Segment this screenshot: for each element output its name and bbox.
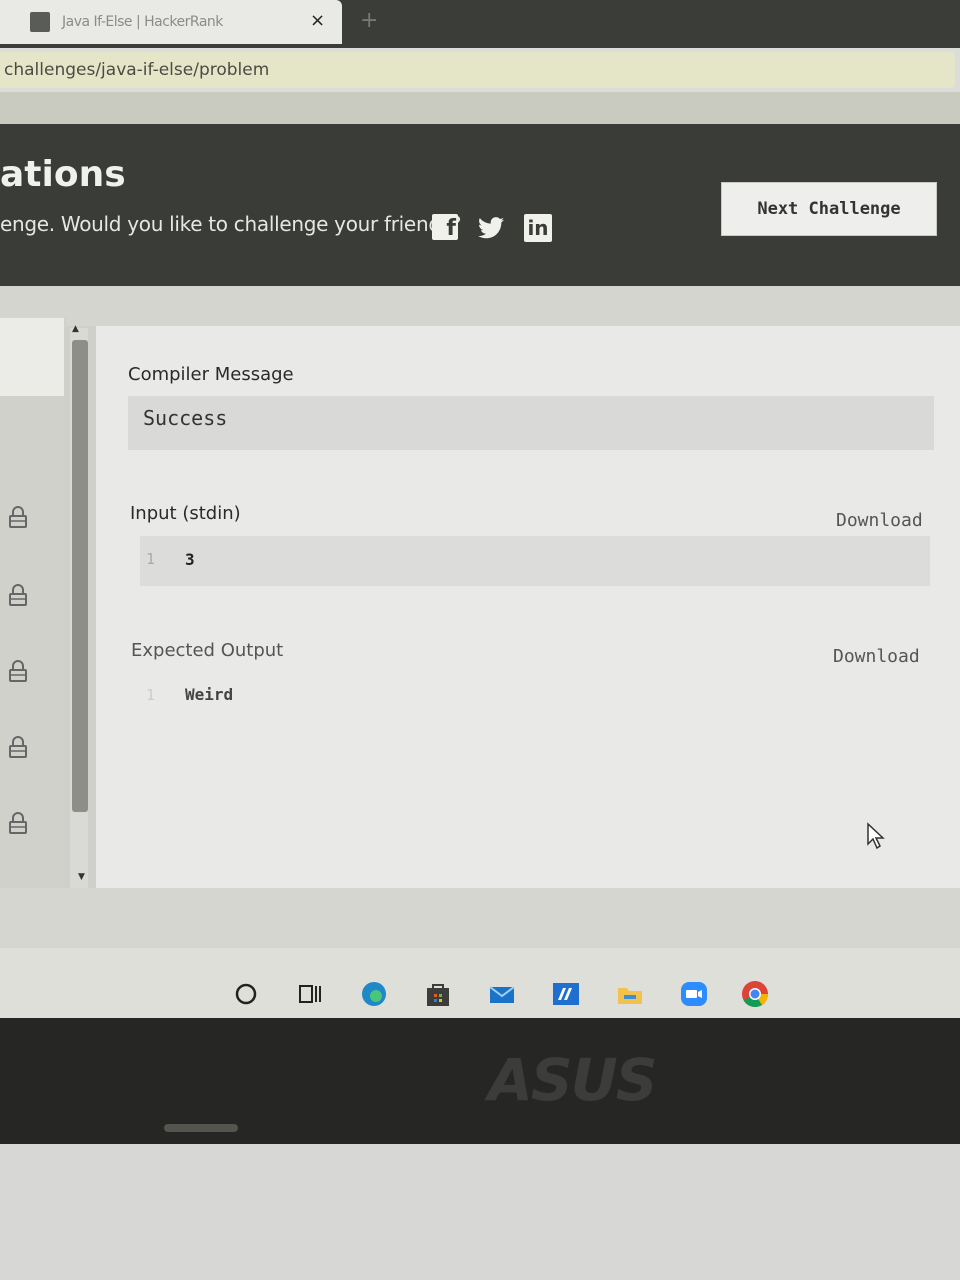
input-label: Input (stdin) [130,503,241,524]
expected-download-link[interactable]: Download [833,646,920,667]
banner-subtitle: enge. Would you like to challenge your f… [0,212,462,236]
lock-icon [9,660,27,682]
store-icon[interactable] [424,980,452,1008]
lock-icon [9,812,27,834]
congrats-banner: ations enge. Would you like to challenge… [0,124,960,286]
left-panel-tab[interactable] [0,318,64,396]
close-tab-icon[interactable]: × [310,10,325,31]
linkedin-icon[interactable]: in [524,214,552,242]
mail-icon[interactable] [488,980,516,1008]
hackerrank-favicon-icon [30,12,50,32]
page-footer-area [0,888,960,948]
laptop-keyboard-deck [0,1144,960,1280]
scrollbar-thumb[interactable] [72,340,88,812]
expected-output-label: Expected Output [131,640,284,661]
input-value: 3 [185,550,195,569]
banner-title: ations [0,154,126,195]
new-tab-icon[interactable]: + [360,8,378,33]
input-download-link[interactable]: Download [836,510,923,531]
url-field[interactable]: challenges/java-if-else/problem [0,52,955,88]
scroll-up-icon[interactable]: ▲ [72,324,79,334]
url-text: challenges/java-if-else/problem [4,60,270,80]
mouse-cursor-icon [867,822,885,850]
expected-line-number: 1 [146,686,156,704]
edge-icon[interactable] [360,980,388,1008]
next-challenge-button[interactable]: Next Challenge [721,182,937,236]
compiler-message-box [128,396,934,450]
expected-output-value: Weird [185,685,234,704]
search-circle-icon[interactable] [232,980,260,1008]
taskbar [0,948,960,1018]
bezel-hinge [164,1124,238,1132]
task-view-icon[interactable] [296,980,324,1008]
scroll-down-icon[interactable]: ▼ [78,872,85,882]
compiler-message-text: Success [143,406,228,430]
app-icon[interactable] [552,980,580,1008]
compiler-message-label: Compiler Message [128,364,294,385]
lock-icon [9,506,27,528]
content-gutter [0,286,960,326]
lock-icon [9,736,27,758]
tab-title: Java If-Else | HackerRank [62,14,223,30]
chrome-icon[interactable] [741,980,769,1008]
zoom-icon[interactable] [680,980,708,1008]
address-bar: challenges/java-if-else/problem [0,48,960,92]
tab-strip: Java If-Else | HackerRank × + [0,0,960,48]
facebook-icon[interactable]: f [432,214,458,241]
browser-tab[interactable]: Java If-Else | HackerRank × [0,0,342,44]
input-line-number: 1 [146,550,156,568]
lock-icon [9,584,27,606]
input-box [140,536,930,586]
laptop-bezel [0,1018,960,1144]
twitter-icon[interactable] [478,216,504,240]
bookmarks-strip [0,92,960,124]
file-explorer-icon[interactable] [616,980,644,1008]
asus-logo: ASUS [488,1046,658,1114]
